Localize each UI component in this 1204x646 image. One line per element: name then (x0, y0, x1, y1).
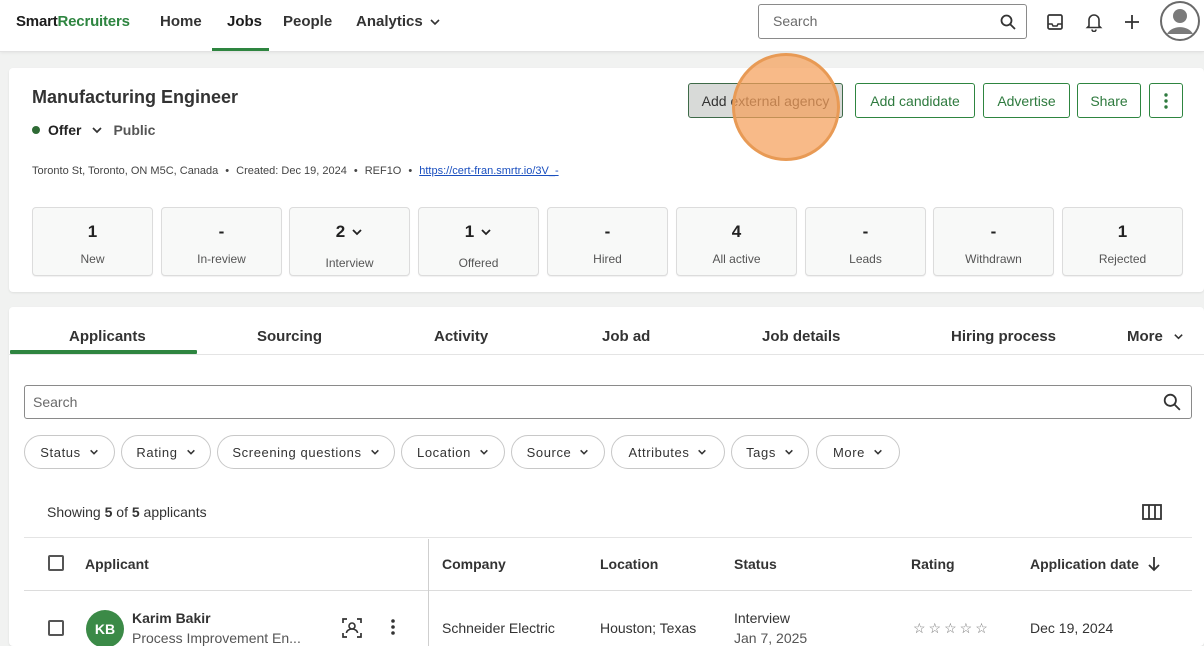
job-link[interactable]: https://cert-fran.smrtr.io/3V_- (419, 165, 558, 177)
header-location[interactable]: Location (600, 556, 658, 572)
stat-rejected[interactable]: 1 Rejected (1062, 207, 1183, 276)
chevron-down-icon (1174, 334, 1183, 340)
header-rating[interactable]: Rating (911, 556, 955, 572)
chevron-down-icon[interactable] (91, 124, 103, 136)
search-icon[interactable] (1000, 14, 1016, 30)
notifications-bell-icon[interactable] (1083, 10, 1105, 34)
application-date: Dec 19, 2024 (1030, 620, 1114, 636)
chevron-down-icon (186, 449, 195, 455)
filter-source[interactable]: Source (511, 435, 605, 469)
job-header-card: Manufacturing Engineer Offer Public Toro… (9, 68, 1204, 292)
tab-job-details[interactable]: Job details (762, 328, 840, 345)
filter-screening-questions[interactable]: Screening questions (217, 435, 395, 469)
filter-more[interactable]: More (816, 435, 900, 469)
applicant-status-date: Jan 7, 2025 (734, 630, 808, 646)
stat-new[interactable]: 1 New (32, 207, 153, 276)
applicant-status: Interview (734, 610, 791, 626)
add-plus-icon[interactable] (1121, 11, 1143, 33)
advertise-button[interactable]: Advertise (983, 83, 1070, 118)
applicant-count: Showing 5 of 5 applicants (47, 504, 207, 520)
applicant-search-input[interactable] (33, 394, 1133, 410)
chevron-down-icon (89, 449, 98, 455)
filter-attributes[interactable]: Attributes (611, 435, 725, 469)
search-icon[interactable] (1163, 393, 1181, 411)
share-button[interactable]: Share (1077, 83, 1141, 118)
user-avatar-icon[interactable] (1160, 1, 1200, 41)
top-navigation: SmartRecruiters Home Jobs People Analyti… (0, 0, 1204, 52)
filter-status[interactable]: Status (24, 435, 115, 469)
row-more-icon[interactable] (391, 619, 395, 635)
stat-withdrawn[interactable]: - Withdrawn (933, 207, 1054, 276)
stat-interview[interactable]: 2 Interview (289, 207, 410, 276)
chevron-down-icon (430, 18, 440, 25)
nav-home[interactable]: Home (160, 13, 202, 30)
filter-tags[interactable]: Tags (731, 435, 809, 469)
select-all-checkbox[interactable] (48, 555, 64, 571)
applicant-search[interactable] (24, 385, 1192, 419)
chevron-down-icon (874, 449, 882, 455)
rating-stars[interactable]: ☆☆☆☆☆ (913, 620, 991, 637)
inbox-icon[interactable] (1044, 11, 1066, 33)
job-title: Manufacturing Engineer (32, 87, 239, 107)
chevron-down-icon (480, 449, 488, 455)
filter-location[interactable]: Location (401, 435, 505, 469)
tab-job-ad[interactable]: Job ad (602, 328, 650, 345)
tab-more[interactable]: More (1127, 328, 1184, 345)
sort-descending-arrow-icon (1148, 557, 1160, 572)
nav-analytics[interactable]: Analytics (356, 13, 441, 30)
applicant-title: Process Improvement En... (132, 630, 301, 646)
job-status-row: Offer Public (32, 122, 155, 138)
chevron-down-icon (352, 229, 362, 236)
row-checkbox[interactable] (48, 620, 64, 636)
kebab-menu-icon (1164, 92, 1168, 109)
chevron-down-icon (580, 449, 589, 455)
tab-applicants[interactable]: Applicants (69, 328, 146, 345)
applicants-card: Applicants Sourcing Activity Job ad Job … (9, 307, 1204, 646)
columns-view-icon[interactable] (1142, 504, 1162, 520)
job-visibility: Public (113, 122, 156, 138)
tab-sourcing[interactable]: Sourcing (257, 328, 322, 345)
tab-hiring-process[interactable]: Hiring process (951, 328, 1056, 345)
job-ref: REF1O (364, 165, 402, 177)
nav-people[interactable]: People (283, 13, 332, 30)
smartrecruiters-logo[interactable]: SmartRecruiters (16, 13, 130, 30)
stat-offered[interactable]: 1 Offered (418, 207, 539, 276)
nav-active-indicator (212, 48, 269, 51)
stat-hired[interactable]: - Hired (547, 207, 668, 276)
job-meta: Toronto St, Toronto, ON M5C, Canada • Cr… (32, 165, 559, 177)
header-company[interactable]: Company (442, 556, 506, 572)
more-actions-button[interactable] (1149, 83, 1183, 118)
nav-jobs[interactable]: Jobs (227, 13, 262, 30)
applicant-name[interactable]: Karim Bakir (132, 610, 211, 626)
applicant-company: Schneider Electric (442, 620, 555, 636)
stat-all-active[interactable]: 4 All active (676, 207, 797, 276)
applicant-location: Houston; Texas (600, 620, 697, 636)
header-status[interactable]: Status (734, 556, 777, 572)
stat-leads[interactable]: - Leads (805, 207, 926, 276)
chevron-down-icon (698, 449, 707, 455)
profile-scan-icon[interactable] (342, 618, 362, 638)
job-created: Created: Dec 19, 2024 (236, 165, 347, 177)
add-candidate-button[interactable]: Add candidate (855, 83, 975, 118)
global-search[interactable] (758, 4, 1027, 39)
job-status-dropdown[interactable]: Offer (48, 122, 81, 138)
avatar[interactable]: KB (86, 610, 124, 646)
filter-rating[interactable]: Rating (121, 435, 211, 469)
tab-activity[interactable]: Activity (434, 328, 488, 345)
stat-in-review[interactable]: - In-review (161, 207, 282, 276)
header-application-date[interactable]: Application date (1030, 556, 1161, 572)
job-address: Toronto St, Toronto, ON M5C, Canada (32, 165, 219, 177)
status-dot (32, 126, 40, 134)
click-indicator (732, 53, 840, 161)
chevron-down-icon (785, 449, 793, 455)
header-applicant[interactable]: Applicant (85, 556, 149, 572)
chevron-down-icon (370, 449, 379, 455)
chevron-down-icon (481, 229, 491, 236)
global-search-input[interactable] (773, 13, 993, 29)
